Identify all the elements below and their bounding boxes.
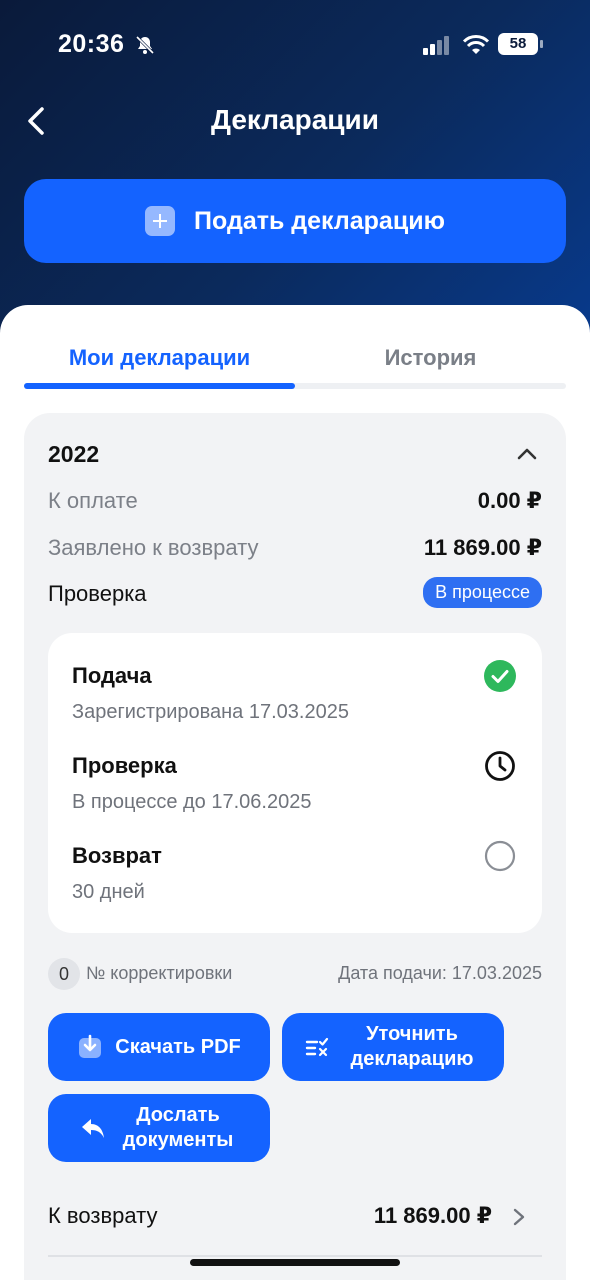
clarify-declaration-button[interactable]: Уточнить декларацию [282,1013,504,1081]
step-title: Проверка [72,753,177,778]
check-label: Проверка [48,581,147,606]
step-subtitle: 30 дней [72,881,145,903]
edit-list-icon [305,1037,329,1057]
send-documents-label: Дослать документы [122,1104,234,1151]
status-time: 20:36 [58,30,125,58]
submit-date: Дата подачи: 17.03.2025 [338,963,542,983]
chevron-right-icon [513,1208,525,1226]
progress-steps: Подача Зарегистрирована 17.03.2025 Прове… [48,633,542,933]
clarify-declaration-label: Уточнить декларацию [350,1023,474,1070]
declaration-year: 2022 [48,441,100,467]
step-subtitle: В процессе до 17.06.2025 [72,791,312,813]
tab-bar: Мои декларации История [24,337,566,389]
bell-muted-icon [135,35,155,55]
reply-arrow-icon [82,1119,104,1138]
download-pdf-label: Скачать PDF [115,1035,241,1058]
correction-count: 0 [48,958,80,990]
refund-value: 11 869.00 ₽ [373,1203,492,1228]
battery-indicator: 58 [498,33,543,55]
page-title: Декларации [211,104,379,135]
wifi-icon [462,35,490,54]
submit-declaration-button[interactable]: Подать декларацию [24,179,566,263]
submit-declaration-label: Подать декларацию [194,206,445,235]
download-pdf-button[interactable]: Скачать PDF [48,1013,270,1081]
check-circle-icon [484,660,516,692]
cellular-signal-icon [423,36,451,55]
correction-label: № корректировки [86,963,233,983]
step-title: Подача [72,663,152,688]
home-indicator[interactable] [190,1259,400,1266]
empty-circle-icon [484,840,516,872]
tab-active-indicator [24,383,295,389]
status-bar: 20:36 58 [0,26,590,62]
content-sheet: Мои декларации История 2022 К оплате 0.0… [0,305,590,1280]
declaration-meta: 0 № корректировки Дата подачи: 17.03.202… [48,958,542,990]
status-badge: В процессе [423,577,542,608]
chevron-up-icon[interactable] [516,445,538,461]
refund-row[interactable]: К возврату 11 869.00 ₽ [48,1203,542,1237]
step-subtitle: Зарегистрирована 17.03.2025 [72,701,349,723]
claimed-value: 11 869.00 ₽ [423,535,542,560]
divider [48,1255,542,1257]
send-documents-button[interactable]: Дослать документы [48,1094,270,1162]
clock-icon [485,751,515,781]
to-pay-label: К оплате [48,488,138,513]
step-title: Возврат [72,843,162,868]
plus-icon [145,206,176,236]
to-pay-value: 0.00 ₽ [477,488,542,513]
claimed-label: Заявлено к возврату [48,535,259,560]
tab-my-declarations[interactable]: Мои декларации [24,345,295,371]
refund-label: К возврату [48,1203,158,1228]
declaration-card: 2022 К оплате 0.00 ₽ Заявлено к возврату… [24,413,566,1280]
tab-history[interactable]: История [295,345,566,371]
download-icon [79,1034,102,1058]
